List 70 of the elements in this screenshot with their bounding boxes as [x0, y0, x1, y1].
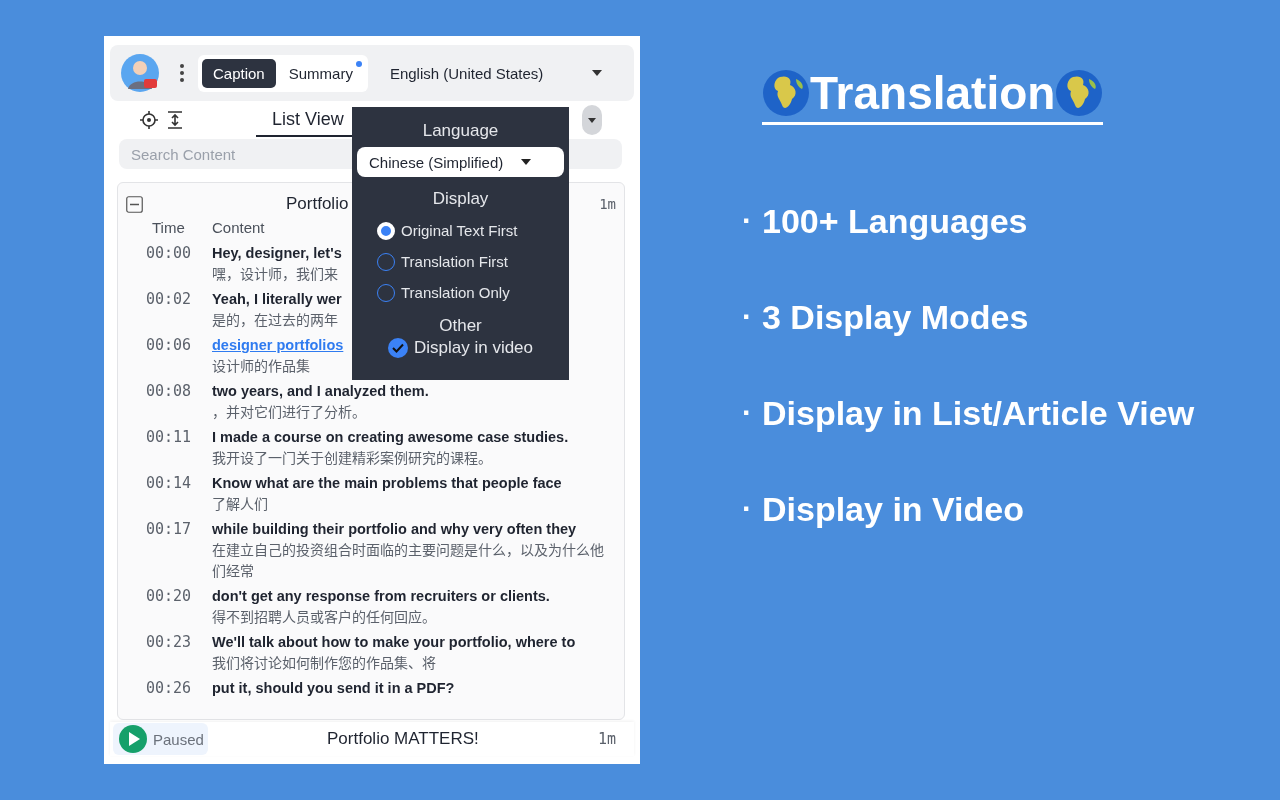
bullet: ·: [742, 204, 752, 238]
tab[interactable]: Caption: [202, 58, 276, 88]
checkbox[interactable]: [387, 338, 408, 358]
translation-text: 了解人们: [212, 493, 268, 514]
check-icon: [391, 343, 404, 353]
collapse-icon[interactable]: [126, 195, 143, 213]
timestamp[interactable]: 00:14: [126, 473, 212, 514]
bullet: ·: [742, 300, 752, 334]
promo-title: Translation: [810, 66, 1056, 120]
caption-link[interactable]: designer portfolios: [212, 335, 344, 355]
timestamp[interactable]: 00:00: [126, 243, 212, 284]
duration: 1m: [599, 196, 616, 212]
option-label: Display in video: [413, 338, 534, 358]
translation-text: 设计师的作品集: [212, 355, 310, 376]
feature-text: 3 Display Modes: [762, 297, 1029, 337]
option-label: Original Text First: [401, 222, 518, 239]
expand-height-icon[interactable]: [168, 111, 182, 129]
play-icon[interactable]: [119, 725, 147, 753]
dropdown-button[interactable]: [582, 105, 602, 135]
section-title: Portfolio: [286, 194, 349, 214]
column-header: Time: [151, 219, 185, 236]
translation-text: 在建立自己的投资组合时面临的主要问题是什么，以及为什么他们经常: [212, 539, 605, 581]
caret-icon: [521, 159, 532, 165]
timestamp[interactable]: 00:23: [126, 632, 212, 673]
target-icon[interactable]: [140, 111, 158, 129]
caption-text: We'll talk about how to make your portfolio, where to: [212, 633, 576, 652]
caption-text: Yeah, I literally wer: [212, 290, 342, 309]
globe-icon: [1055, 69, 1104, 117]
option-label: Translation First: [401, 253, 508, 270]
avatar: [120, 53, 160, 93]
popup-heading: Other: [439, 316, 482, 336]
language-select[interactable]: Chinese (Simplified): [357, 147, 564, 177]
video-title: Portfolio MATTERS!: [326, 729, 480, 749]
player-status: Paused: [153, 730, 204, 748]
feature-text: Display in Video: [762, 489, 1024, 529]
duration: 1m: [597, 730, 616, 748]
more-icon[interactable]: [180, 64, 184, 82]
translation-text: ，并对它们进行了分析。: [212, 401, 366, 422]
option-label: Translation Only: [401, 284, 510, 301]
caption-text: two years, and I analyzed them.: [212, 382, 429, 401]
timestamp[interactable]: 00:11: [126, 427, 212, 468]
bullet: ·: [742, 492, 752, 526]
popup-heading: Display: [432, 189, 489, 209]
globe-icon: [762, 69, 810, 117]
translation-text: 我们将讨论如何制作您的作品集、将: [212, 652, 436, 673]
caption-text: Know what are the main problems that people face: [212, 474, 562, 493]
feature-text: Display in List/Article View: [762, 393, 1195, 433]
translation-text: 我开设了一门关于创建精彩案例研究的课程。: [212, 447, 492, 468]
timestamp[interactable]: 00:08: [126, 381, 212, 422]
feature-text: 100+ Languages: [762, 201, 1028, 241]
column-header: Content: [212, 219, 265, 236]
translation-text: 得不到招聘人员或客户的任何回应。: [212, 606, 436, 627]
caret-icon[interactable]: [592, 70, 602, 76]
translation-text: 嘿，设计师，我们来: [212, 263, 338, 284]
tab[interactable]: Summary: [277, 58, 364, 88]
translation-text: 是的，在过去的两年: [212, 309, 338, 330]
timestamp[interactable]: 00:26: [126, 678, 212, 698]
language-select[interactable]: English (United States): [389, 64, 544, 82]
caption-text: Hey, designer, let's: [212, 244, 342, 263]
caption-text: don't get any response from recruiters or clients.: [212, 587, 550, 606]
caret-icon: [588, 117, 596, 123]
timestamp[interactable]: 00:20: [126, 586, 212, 627]
caption-text: while building their portfolio and why very often they: [212, 520, 577, 539]
popup-heading: Language: [422, 121, 499, 141]
timestamp[interactable]: 00:02: [126, 289, 212, 330]
bullet: ·: [742, 396, 752, 430]
caption-text: I made a course on creating awesome case studies.: [212, 428, 569, 447]
timestamp[interactable]: 00:06: [126, 335, 212, 376]
caption-text: put it, should you send it in a PDF?: [212, 679, 455, 698]
timestamp[interactable]: 00:17: [126, 519, 212, 581]
